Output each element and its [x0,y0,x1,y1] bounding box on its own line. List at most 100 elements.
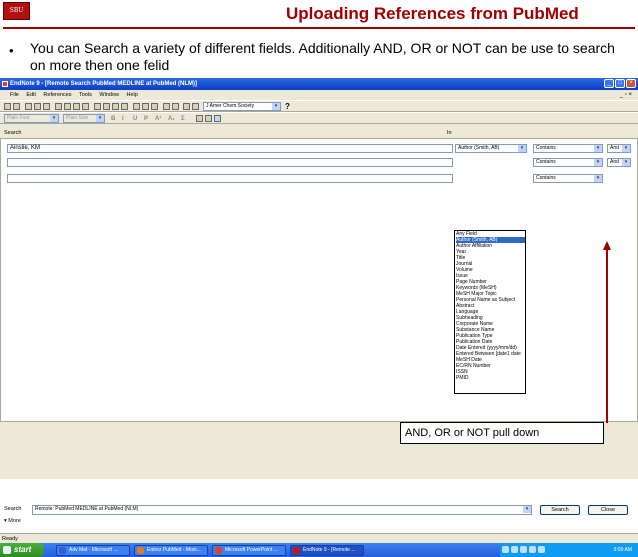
search-term-input-3[interactable] [7,174,453,183]
format-toolbar: Plain Font ▾ Plain Size ▾ B I U P A¹ A₁ Σ [0,112,638,124]
more-toggle[interactable]: ▾ More [4,518,21,524]
connect-icon[interactable] [121,103,128,110]
help-button[interactable]: ? [285,102,290,111]
operator-select-3[interactable]: Contains ▾ [533,174,603,183]
tray-icons [502,546,547,554]
copy-icon[interactable] [34,103,41,110]
import-icon[interactable] [183,103,190,110]
menu-help[interactable]: Help [126,92,137,98]
database-select[interactable]: Remote: PubMed MEDLINE at PubMed (NLM) ▾ [32,505,532,515]
menu-file[interactable]: File [10,92,19,98]
size-value: Plain Size [66,115,89,121]
bullet-marker: • [9,43,14,58]
italic-button[interactable]: I [122,114,124,124]
chevron-down-icon: ▾ [96,115,104,122]
app-icon [2,81,8,87]
document-controls[interactable]: _ ▫ × [620,90,632,100]
search-term-input-2[interactable] [7,158,453,167]
menu-references[interactable]: References [43,92,71,98]
restore-button[interactable]: □ [615,79,625,88]
search-button[interactable]: Search [540,505,580,515]
menu-bar: File Edit References Tools Window Help [0,90,638,100]
menu-edit[interactable]: Edit [26,92,35,98]
size-select[interactable]: Plain Size ▾ [63,114,105,123]
operator-value: Contains [536,145,556,151]
close-window-button[interactable]: × [626,79,636,88]
chevron-down-icon: ▾ [594,159,602,166]
boolean-select-1[interactable]: And ▾ [607,144,631,153]
show-all-icon[interactable] [142,103,149,110]
minimize-button[interactable]: _ [604,79,614,88]
output-style-value: J Amer Chem Society [206,103,255,109]
plain-button[interactable]: P [144,114,148,124]
go-to-word-icon[interactable] [112,103,119,110]
export-icon[interactable] [192,103,199,110]
close-button[interactable]: Close [588,505,628,515]
security-icon[interactable] [520,546,527,553]
online-search-icon[interactable] [133,103,140,110]
task-button-mozilla[interactable]: Entrez PubMed - Mozi... [134,545,208,556]
spell-check-icon[interactable] [163,103,170,110]
chevron-down-icon: ▾ [523,506,531,513]
symbol-button[interactable]: Σ [181,114,185,124]
task-button-word[interactable]: Adv Mat - Microsoft ... [56,545,130,556]
save-icon[interactable] [13,103,20,110]
callout-arrow-icon [603,241,611,250]
preview-icon[interactable] [172,103,179,110]
volume-icon[interactable] [511,546,518,553]
network-icon[interactable] [502,546,509,553]
chevron-down-icon: ▾ [518,145,526,152]
character-icon[interactable] [205,115,212,122]
status-text: Ready [2,536,18,542]
edit-reference-icon[interactable] [64,103,71,110]
bullet-text: You can Search a variety of different fi… [30,40,615,73]
title-rule [3,27,635,29]
start-label: start [14,545,32,554]
field-option[interactable]: PMID [456,375,525,381]
chevron-down-icon: ▾ [594,145,602,152]
field-dropdown-list[interactable]: Any Field Author (Smith, AB) Author Affili… [454,230,526,394]
operator-select-1[interactable]: Contains ▾ [533,144,603,153]
operator-select-2[interactable]: Contains ▾ [533,158,603,167]
database-value: Remote: PubMed MEDLINE at PubMed (NLM) [35,506,139,512]
sort-icon[interactable] [73,103,80,110]
boolean-select-2[interactable]: And ▾ [607,158,631,167]
bold-button[interactable]: B [111,114,115,124]
superscript-button[interactable]: A¹ [155,114,161,124]
task-button-endnote[interactable]: EndNote 9 - [Remote ... [290,545,364,556]
insert-citation-icon[interactable] [94,103,101,110]
task-button-powerpoint[interactable]: Microsoft PowerPoint ... [212,545,286,556]
output-style-select[interactable]: J Amer Chem Society ▾ [203,102,281,111]
task-label: Adv Mat - Microsoft ... [69,547,118,553]
search-term-input-1[interactable]: Ainslie, KM [7,144,453,153]
endnote-window: EndNote 9 - [Remote Search PubMed MEDLIN… [0,78,638,557]
hide-selected-icon[interactable] [151,103,158,110]
field-select-1[interactable]: Author (Smith, AB) ▾ [455,144,527,153]
link-icon[interactable] [214,115,221,122]
antivirus-icon[interactable] [529,546,536,553]
menu-window[interactable]: Window [99,92,119,98]
paste-icon[interactable] [43,103,50,110]
underline-button[interactable]: U [133,114,137,124]
clock: 9:09 AM [613,547,632,553]
boolean-value: And [610,145,619,151]
chevron-down-icon: ▾ [622,159,630,166]
new-reference-icon[interactable] [55,103,62,110]
in-column-label: In [447,130,452,136]
slide-title: Uploading References from PubMed [286,4,579,23]
task-label: Microsoft PowerPoint ... [225,547,278,553]
subscript-button[interactable]: A₁ [168,114,175,124]
open-library-icon[interactable] [4,103,11,110]
find-icon[interactable] [82,103,89,110]
update-icon[interactable] [538,546,545,553]
font-select[interactable]: Plain Font ▾ [4,114,59,123]
spell-icon[interactable] [196,115,203,122]
cut-icon[interactable] [25,103,32,110]
main-toolbar: J Amer Chem Society ▾ ? [0,100,638,112]
database-label: Search [4,506,22,512]
callout-arrow-line [606,249,608,423]
operator-value: Contains [536,159,556,165]
boolean-value: And [610,159,619,165]
format-bibliography-icon[interactable] [103,103,110,110]
menu-tools[interactable]: Tools [79,92,92,98]
